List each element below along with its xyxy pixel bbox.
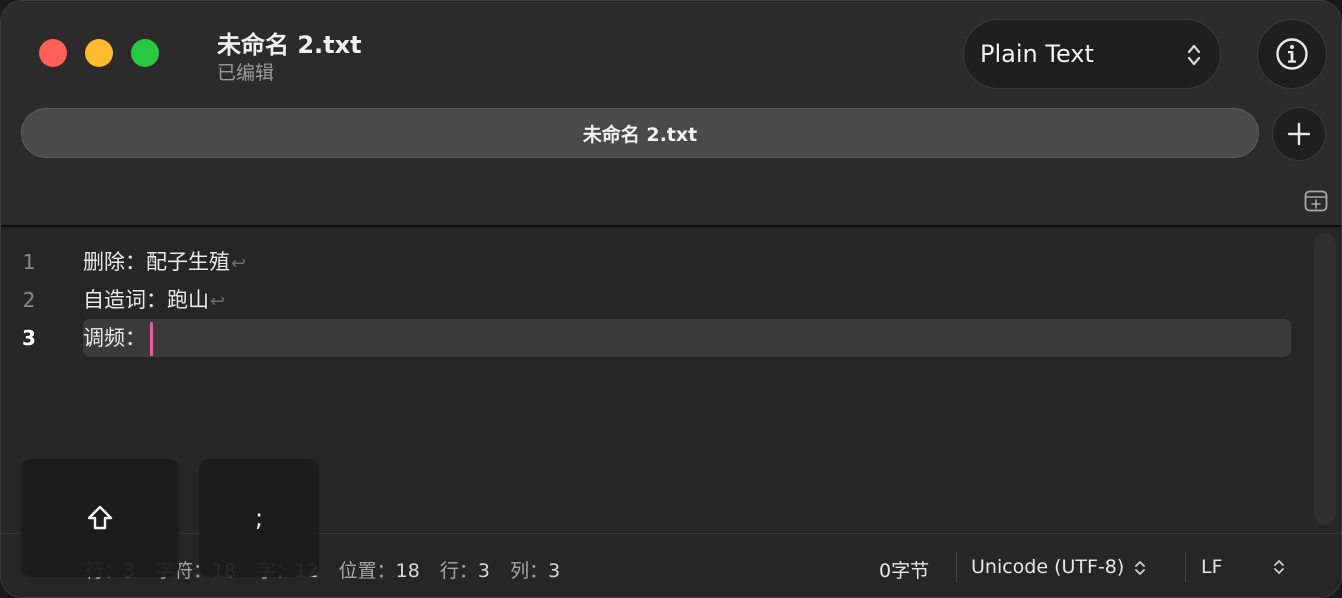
chevron-updown-icon xyxy=(1187,44,1201,66)
shift-key[interactable] xyxy=(21,459,179,577)
stat-position-value: 18 xyxy=(395,560,420,582)
stat-position-label: 位置： xyxy=(338,560,396,582)
status-divider xyxy=(1185,552,1186,582)
close-button[interactable] xyxy=(39,39,67,67)
tab-untitled-2[interactable]: 未命名 2.txt xyxy=(21,108,1259,158)
new-tab-icon[interactable] xyxy=(1304,190,1328,212)
stat-col-label: 列： xyxy=(510,560,549,582)
editor-line-current[interactable]: 3 调频： xyxy=(1,319,1301,357)
syntax-mode-label: Plain Text xyxy=(980,40,1094,68)
zoom-button[interactable] xyxy=(131,39,159,67)
document-status: 已编辑 xyxy=(217,62,275,84)
line-text: 删除：配子生殖↩ xyxy=(83,250,247,274)
minimize-button[interactable] xyxy=(85,39,113,67)
vertical-scrollbar[interactable] xyxy=(1314,233,1336,525)
line-ending-select[interactable]: LF xyxy=(1201,556,1285,578)
encoding-label: Unicode (UTF-8) xyxy=(971,556,1125,578)
chevron-updown-icon xyxy=(1274,560,1284,574)
plus-icon xyxy=(1287,122,1311,146)
line-number: 3 xyxy=(22,326,36,350)
semicolon-key[interactable]: ; xyxy=(199,459,319,577)
editor-line[interactable]: 2 自造词：跑山↩ xyxy=(1,281,1301,319)
stat-row-value: 3 xyxy=(477,560,491,582)
info-circle-icon xyxy=(1276,38,1308,70)
stat-col-value: 3 xyxy=(548,560,561,582)
titlebar: 未命名 2.txt 已编辑 Plain Text 未命名 2.txt xyxy=(1,1,1341,225)
line-ending-label: LF xyxy=(1201,556,1223,578)
info-button[interactable] xyxy=(1257,19,1327,89)
return-mark-icon: ↩ xyxy=(210,291,226,312)
return-mark-icon: ↩ xyxy=(231,253,247,274)
encoding-select[interactable]: Unicode (UTF-8) xyxy=(971,556,1146,578)
line-number: 1 xyxy=(22,250,36,274)
file-size: 0字节 xyxy=(879,560,930,582)
stat-row-label: 行： xyxy=(439,560,478,582)
chevron-updown-icon xyxy=(1135,560,1146,575)
editor-line[interactable]: 1 删除：配子生殖↩ xyxy=(1,243,1301,281)
text-cursor xyxy=(150,322,153,356)
document-title: 未命名 2.txt xyxy=(217,31,362,59)
editor-window: 未命名 2.txt 已编辑 Plain Text 未命名 2.txt 1 删除：… xyxy=(0,0,1342,598)
shift-arrow-icon xyxy=(87,505,113,530)
syntax-mode-select[interactable]: Plain Text xyxy=(963,19,1221,89)
line-text: 调频： xyxy=(83,319,153,357)
add-tab-button[interactable] xyxy=(1272,107,1326,161)
line-text: 自造词：跑山↩ xyxy=(83,288,226,312)
line-number: 2 xyxy=(22,288,36,312)
status-divider xyxy=(956,552,957,582)
